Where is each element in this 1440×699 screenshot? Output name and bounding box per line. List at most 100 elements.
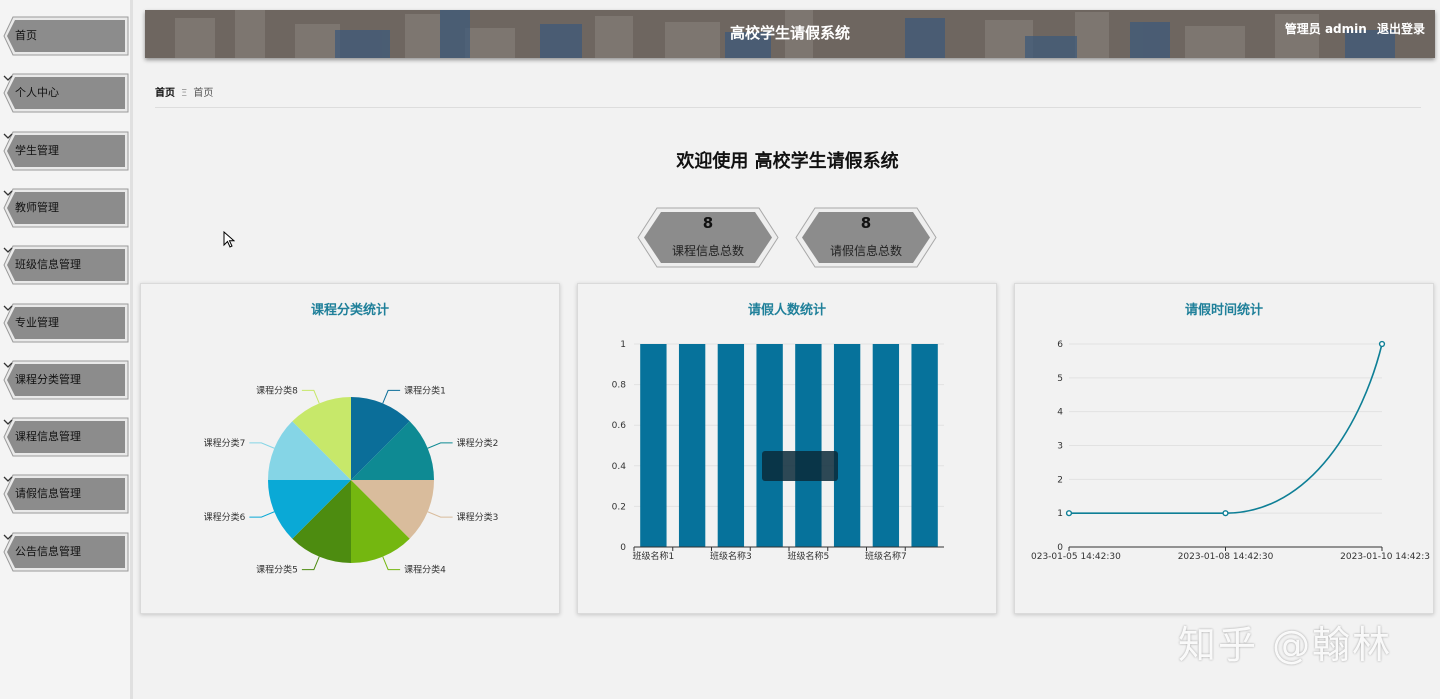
pie-label: 课程分类1 <box>404 384 446 396</box>
pie-label: 课程分类2 <box>457 437 499 449</box>
stat-leave-count: 8 请假信息总数 <box>795 207 937 268</box>
stat-course-count: 8 课程信息总数 <box>637 207 779 268</box>
pie-label: 课程分类4 <box>404 564 446 576</box>
sidebar-item-label: 首页 <box>15 29 37 42</box>
bar[interactable] <box>678 344 706 547</box>
bar[interactable] <box>640 344 667 547</box>
x-tick-label: 班级名称7 <box>865 550 907 562</box>
sidebar-item-label: 课程分类管理 <box>15 372 81 386</box>
pie-label-line <box>249 511 275 518</box>
pie-label: 课程分类7 <box>204 437 246 449</box>
chevron-down-icon <box>3 190 13 196</box>
pie-chart: 课程分类1 课程分类2 课程分类3 课程分类4 课程分类5 课程分类6 课程分类7 课程分类8 <box>204 384 499 576</box>
user-area: 管理员 admin 退出登录 <box>1279 10 1425 48</box>
sidebar-item-label: 请假信息管理 <box>15 487 81 501</box>
y-tick-label: 3 <box>1057 442 1063 452</box>
sidebar: 首页 个人中心 学生管理 教师管理 班级信息管理 专业管理 课程分类管理 课程信息管理 请假信息… <box>0 0 133 699</box>
line-chart: 0123456023-01-05 14:42:30 2023-01-08 14:4… <box>1031 340 1430 562</box>
bar[interactable] <box>756 344 783 547</box>
x-tick-label: 班级名称1 <box>633 550 675 562</box>
leave-count-card: 请假人数统计 0 0.2 0.4 0.6 0.8 1 班级名称1 班级名称3 班级名称5 班级名称… <box>577 283 997 614</box>
chevron-down-icon <box>3 534 13 540</box>
pie-label: 课程分类5 <box>256 564 298 576</box>
sidebar-item-label: 专业管理 <box>15 315 59 329</box>
pie-label-line <box>427 511 453 518</box>
sidebar-item-label: 公告信息管理 <box>15 544 81 558</box>
pie-label-line <box>382 389 401 404</box>
sidebar-item[interactable]: 专业管理 <box>3 303 129 343</box>
pie-label-line <box>382 556 401 571</box>
course-category-card: 课程分类统计 课程分类1 课程分类2 课程分类3 课程分类4 课程分类5 课程分类6 课程分… <box>140 283 560 614</box>
sidebar-item[interactable]: 班级信息管理 <box>3 245 129 285</box>
pie-label-line <box>301 556 320 571</box>
sidebar-item-label: 教师管理 <box>15 200 59 214</box>
x-tick-label: 2023-01-10 14:42:3 <box>1340 552 1430 562</box>
y-tick-label: 0.8 <box>612 381 627 391</box>
sidebar-item[interactable]: 公告信息管理 <box>3 532 129 572</box>
bar[interactable] <box>911 344 938 547</box>
bar-chart: 0 0.2 0.4 0.6 0.8 1 班级名称1 班级名称3 班级名称5 班级名称7 <box>612 340 944 562</box>
watermark: 知乎 @翰林 <box>1178 623 1393 667</box>
app-title: 高校学生请假系统 <box>729 24 850 42</box>
breadcrumb-root[interactable]: 首页 <box>155 88 175 99</box>
sidebar-item[interactable]: 请假信息管理 <box>3 474 129 514</box>
data-point[interactable] <box>1065 510 1073 517</box>
y-tick-label: 2 <box>1057 475 1063 485</box>
sidebar-item[interactable]: 首页 <box>3 16 129 56</box>
y-tick-label: 1 <box>1057 509 1063 519</box>
logout-link[interactable]: 退出登录 <box>1377 22 1425 36</box>
breadcrumb-divider <box>155 107 1421 108</box>
chevron-down-icon <box>3 133 13 139</box>
sidebar-item[interactable]: 个人中心 <box>3 73 129 113</box>
sidebar-item[interactable]: 课程分类管理 <box>3 360 129 400</box>
sidebar-item-label: 个人中心 <box>15 86 59 100</box>
data-point[interactable] <box>1222 510 1229 517</box>
chevron-down-icon <box>3 247 13 254</box>
leave-time-card: 请假时间统计 0 1 2 3 4 5 6 023-01-05 14:42:30 2023-01-… <box>1014 283 1434 614</box>
breadcrumb-separator: Ξ <box>181 88 188 99</box>
sidebar-item[interactable]: 教师管理 <box>3 188 129 228</box>
x-tick-label: 班级名称3 <box>710 550 752 562</box>
tooltip-box <box>762 451 838 481</box>
y-tick-label: 0 <box>620 543 626 553</box>
y-tick-label: 0.4 <box>612 462 627 472</box>
pie-label-line <box>301 389 320 404</box>
stat-value: 8 <box>860 214 872 232</box>
bar[interactable] <box>872 344 900 547</box>
x-tick-label: 班级名称5 <box>788 550 830 562</box>
bar[interactable] <box>795 344 822 547</box>
pie-label: 课程分类6 <box>204 511 246 523</box>
pie-label-line <box>249 442 275 449</box>
x-tick-label: 023-01-05 14:42:30 <box>1031 552 1121 562</box>
pie-label: 课程分类8 <box>256 384 298 396</box>
series-line <box>1069 343 1383 514</box>
stat-label: 课程信息总数 <box>671 244 744 258</box>
chevron-down-icon <box>3 419 13 426</box>
chevron-down-icon <box>3 362 13 368</box>
y-tick-label: 0.2 <box>612 502 626 512</box>
pie-label-line <box>427 442 453 449</box>
bar[interactable] <box>717 344 745 547</box>
y-tick-label: 0.6 <box>612 421 627 431</box>
welcome-heading: 欢迎使用 高校学生请假系统 <box>676 151 899 172</box>
sidebar-item-label: 班级信息管理 <box>15 258 81 272</box>
chevron-down-icon <box>3 305 13 311</box>
x-tick-label: 2023-01-08 14:42:30 <box>1178 552 1274 562</box>
y-tick-label: 5 <box>1057 374 1063 384</box>
data-point[interactable] <box>1378 340 1386 348</box>
stat-value: 8 <box>702 214 714 232</box>
chevron-down-icon <box>3 476 13 483</box>
y-tick-label: 6 <box>1057 340 1063 350</box>
y-tick-label: 1 <box>620 340 626 350</box>
pie-label: 课程分类3 <box>457 511 499 523</box>
header-bar: 高校学生请假系统 管理员 admin 退出登录 <box>145 10 1435 58</box>
user-label: 管理员 admin <box>1284 22 1367 36</box>
sidebar-item-label: 课程信息管理 <box>15 430 81 444</box>
breadcrumb-current: 首页 <box>193 88 214 99</box>
chevron-down-icon <box>3 75 13 82</box>
mouse-cursor-icon <box>223 231 235 248</box>
sidebar-item[interactable]: 课程信息管理 <box>3 417 129 457</box>
bar[interactable] <box>833 344 861 547</box>
breadcrumb: 首页 Ξ 首页 <box>155 84 213 99</box>
stat-label: 请假信息总数 <box>829 244 902 258</box>
